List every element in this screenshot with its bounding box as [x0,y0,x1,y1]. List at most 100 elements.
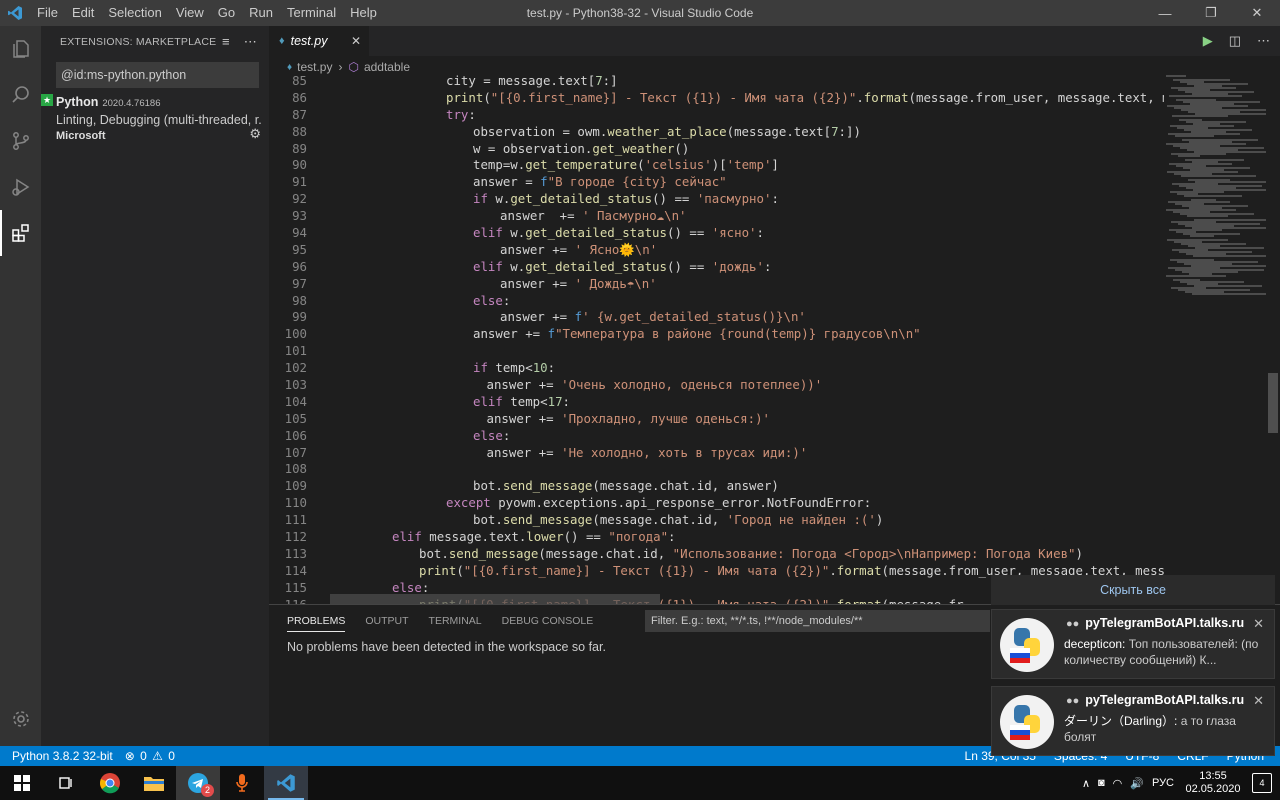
code-line[interactable]: 100 answer += f"Температура в районе {rou… [269,326,1164,343]
code-line[interactable]: 86 print("[{0.first_name}] - Текст ({1}) … [269,90,1164,107]
code-line[interactable]: 91 answer = f"В городе {city} сейчас" [269,174,1164,191]
language-indicator[interactable]: РУС [1152,777,1174,789]
line-number: 94 [292,225,307,241]
code-line[interactable]: 96 elif w.get_detailed_status() == 'дождь… [269,259,1164,276]
code-line[interactable]: 103 answer += 'Очень холодно, оденься пот… [269,377,1164,394]
problems-count[interactable]: ⊗ 0 ⚠ 0 [119,749,183,763]
code-line[interactable]: 89 w = observation.get_weather() [269,141,1164,158]
minimap-line [1178,155,1200,157]
minimap[interactable] [1166,73,1266,606]
source-control-icon[interactable] [0,118,41,164]
run-file-icon[interactable]: ▶ [1203,33,1213,49]
code-line[interactable]: 110 except pyowm.exceptions.api_response_… [269,495,1164,512]
tab-output[interactable]: OUTPUT [365,615,408,627]
notification-1[interactable]: ●● pyTelegramBotAPI.talks.ru decepticon: … [991,609,1275,679]
code-line[interactable]: 94 elif w.get_detailed_status() == 'ясно'… [269,225,1164,242]
editor-vertical-scrollbar[interactable] [1266,73,1280,606]
chevron-up-icon[interactable]: ∧ [1082,777,1090,790]
notification-2[interactable]: ●● pyTelegramBotAPI.talks.ru ダーリン（Darling… [991,686,1275,756]
chrome-icon[interactable] [88,766,132,800]
extension-search-input[interactable]: @id:ms-python.python [56,62,259,88]
extension-gear-icon[interactable]: ⚙ [249,126,261,142]
code-line[interactable]: 92 if w.get_detailed_status() == 'пасмурн… [269,191,1164,208]
menu-selection[interactable]: Selection [101,0,168,26]
filter-list-icon[interactable]: ≡ [222,34,230,50]
network-icon[interactable]: ◠ [1113,777,1123,790]
task-view-icon[interactable] [44,766,88,800]
tab-terminal[interactable]: TERMINAL [429,615,482,627]
code-line[interactable]: 108 [269,461,1164,478]
menu-view[interactable]: View [169,0,211,26]
code-line[interactable]: 109 bot.send_message(message.chat.id, ans… [269,478,1164,495]
editor-more-icon[interactable]: ⋯ [1257,33,1270,49]
scrollbar-thumb[interactable] [1268,373,1278,433]
notification-close-icon[interactable]: ✕ [1253,693,1264,709]
windows-start-icon[interactable] [0,766,44,800]
split-editor-icon[interactable]: ◫ [1229,33,1241,49]
notification-close-icon[interactable]: ✕ [1253,616,1264,632]
action-center-icon[interactable]: 4 [1252,773,1272,793]
code-line[interactable]: 112 elif message.text.lower() == "погода"… [269,529,1164,546]
menu-help[interactable]: Help [343,0,384,26]
code-line[interactable]: 98 else: [269,293,1164,310]
line-number: 113 [284,545,307,561]
code-line[interactable]: 99 answer += f' {w.get_detailed_status()}… [269,309,1164,326]
code-line[interactable]: 97 answer += ' Дождь☂\n' [269,276,1164,293]
restore-icon[interactable]: ❐ [1188,0,1234,26]
menu-go[interactable]: Go [211,0,242,26]
code-line[interactable]: 101 [269,343,1164,360]
vscode-taskbar-icon[interactable] [264,766,308,800]
search-icon[interactable] [0,72,41,118]
code-line[interactable]: 85 city = message.text[7:] [269,73,1164,90]
menu-edit[interactable]: Edit [65,0,101,26]
clock[interactable]: 13:55 02.05.2020 [1182,770,1244,796]
telegram-badge: 2 [201,784,214,797]
explorer-icon[interactable] [0,26,41,72]
editor-horizontal-scrollbar[interactable] [330,594,660,604]
breadcrumb-file[interactable]: test.py [297,60,332,74]
code-line[interactable]: 88 observation = owm.weather_at_place(mes… [269,124,1164,141]
code-line[interactable]: 104 elif temp<17: [269,394,1164,411]
minimap-line [1166,275,1226,277]
manage-gear-icon[interactable] [0,696,41,742]
menu-run[interactable]: Run [242,0,280,26]
sidebar-header: EXTENSIONS: MARKETPLACE ≡ ⋯ [41,26,269,58]
code-line[interactable]: 95 answer += ' Ясно🌞\n' [269,242,1164,259]
tab-close-icon[interactable]: ✕ [351,34,361,48]
discord-icon[interactable]: ◙ [1098,777,1105,789]
more-actions-icon[interactable]: ⋯ [244,34,257,50]
microphone-app-icon[interactable] [220,766,264,800]
tab-test-py[interactable]: ♦ test.py ✕ [269,26,369,56]
file-explorer-icon[interactable] [132,766,176,800]
code-editor[interactable]: 85 city = message.text[7:] 86 print("[{0.fi… [269,73,1164,606]
breadcrumb-symbol[interactable]: addtable [364,60,410,74]
code-line[interactable]: 87 try: [269,107,1164,124]
problems-filter-input[interactable]: Filter. E.g.: text, **/*.ts, !**/node_mo… [645,610,990,632]
line-number: 90 [292,157,307,173]
code-line[interactable]: 93 answer += ' Пасмурно☁\n' [269,208,1164,225]
telegram-icon[interactable]: 2 [176,766,220,800]
hide-all-notifications-button[interactable]: Скрыть все [991,575,1275,605]
menu-terminal[interactable]: Terminal [280,0,343,26]
code-line[interactable]: 107 answer += 'Не холодно, хоть в трусах … [269,445,1164,462]
code-line[interactable]: 111 bot.send_message(message.chat.id, 'Го… [269,512,1164,529]
line-source: if temp<10: [473,360,556,376]
volume-icon[interactable]: 🔊 [1130,777,1144,790]
code-line[interactable]: 113 bot.send_message(message.chat.id, "Ис… [269,546,1164,563]
menu-file[interactable]: File [30,0,65,26]
close-icon[interactable]: ✕ [1234,0,1280,26]
tab-debug-console[interactable]: DEBUG CONSOLE [502,615,594,627]
code-line[interactable]: 105 answer += 'Прохладно, лучше оденься:)… [269,411,1164,428]
run-debug-icon[interactable] [0,164,41,210]
code-line[interactable]: 106 else: [269,428,1164,445]
minimap-line [1190,235,1214,237]
line-number: 101 [284,343,307,359]
minimize-icon[interactable]: — [1142,0,1188,26]
python-interpreter[interactable]: Python 3.8.2 32-bit [0,749,119,763]
code-line[interactable]: 90 temp=w.get_temperature('celsius')['tem… [269,157,1164,174]
extension-item-python[interactable]: ★ Python 2020.4.76186 Linting, Debugging … [41,94,269,144]
extensions-icon[interactable] [0,210,41,256]
code-line[interactable]: 102 if temp<10: [269,360,1164,377]
tab-problems[interactable]: PROBLEMS [287,615,346,632]
line-source: temp=w.get_temperature('celsius')['temp'… [473,157,779,173]
